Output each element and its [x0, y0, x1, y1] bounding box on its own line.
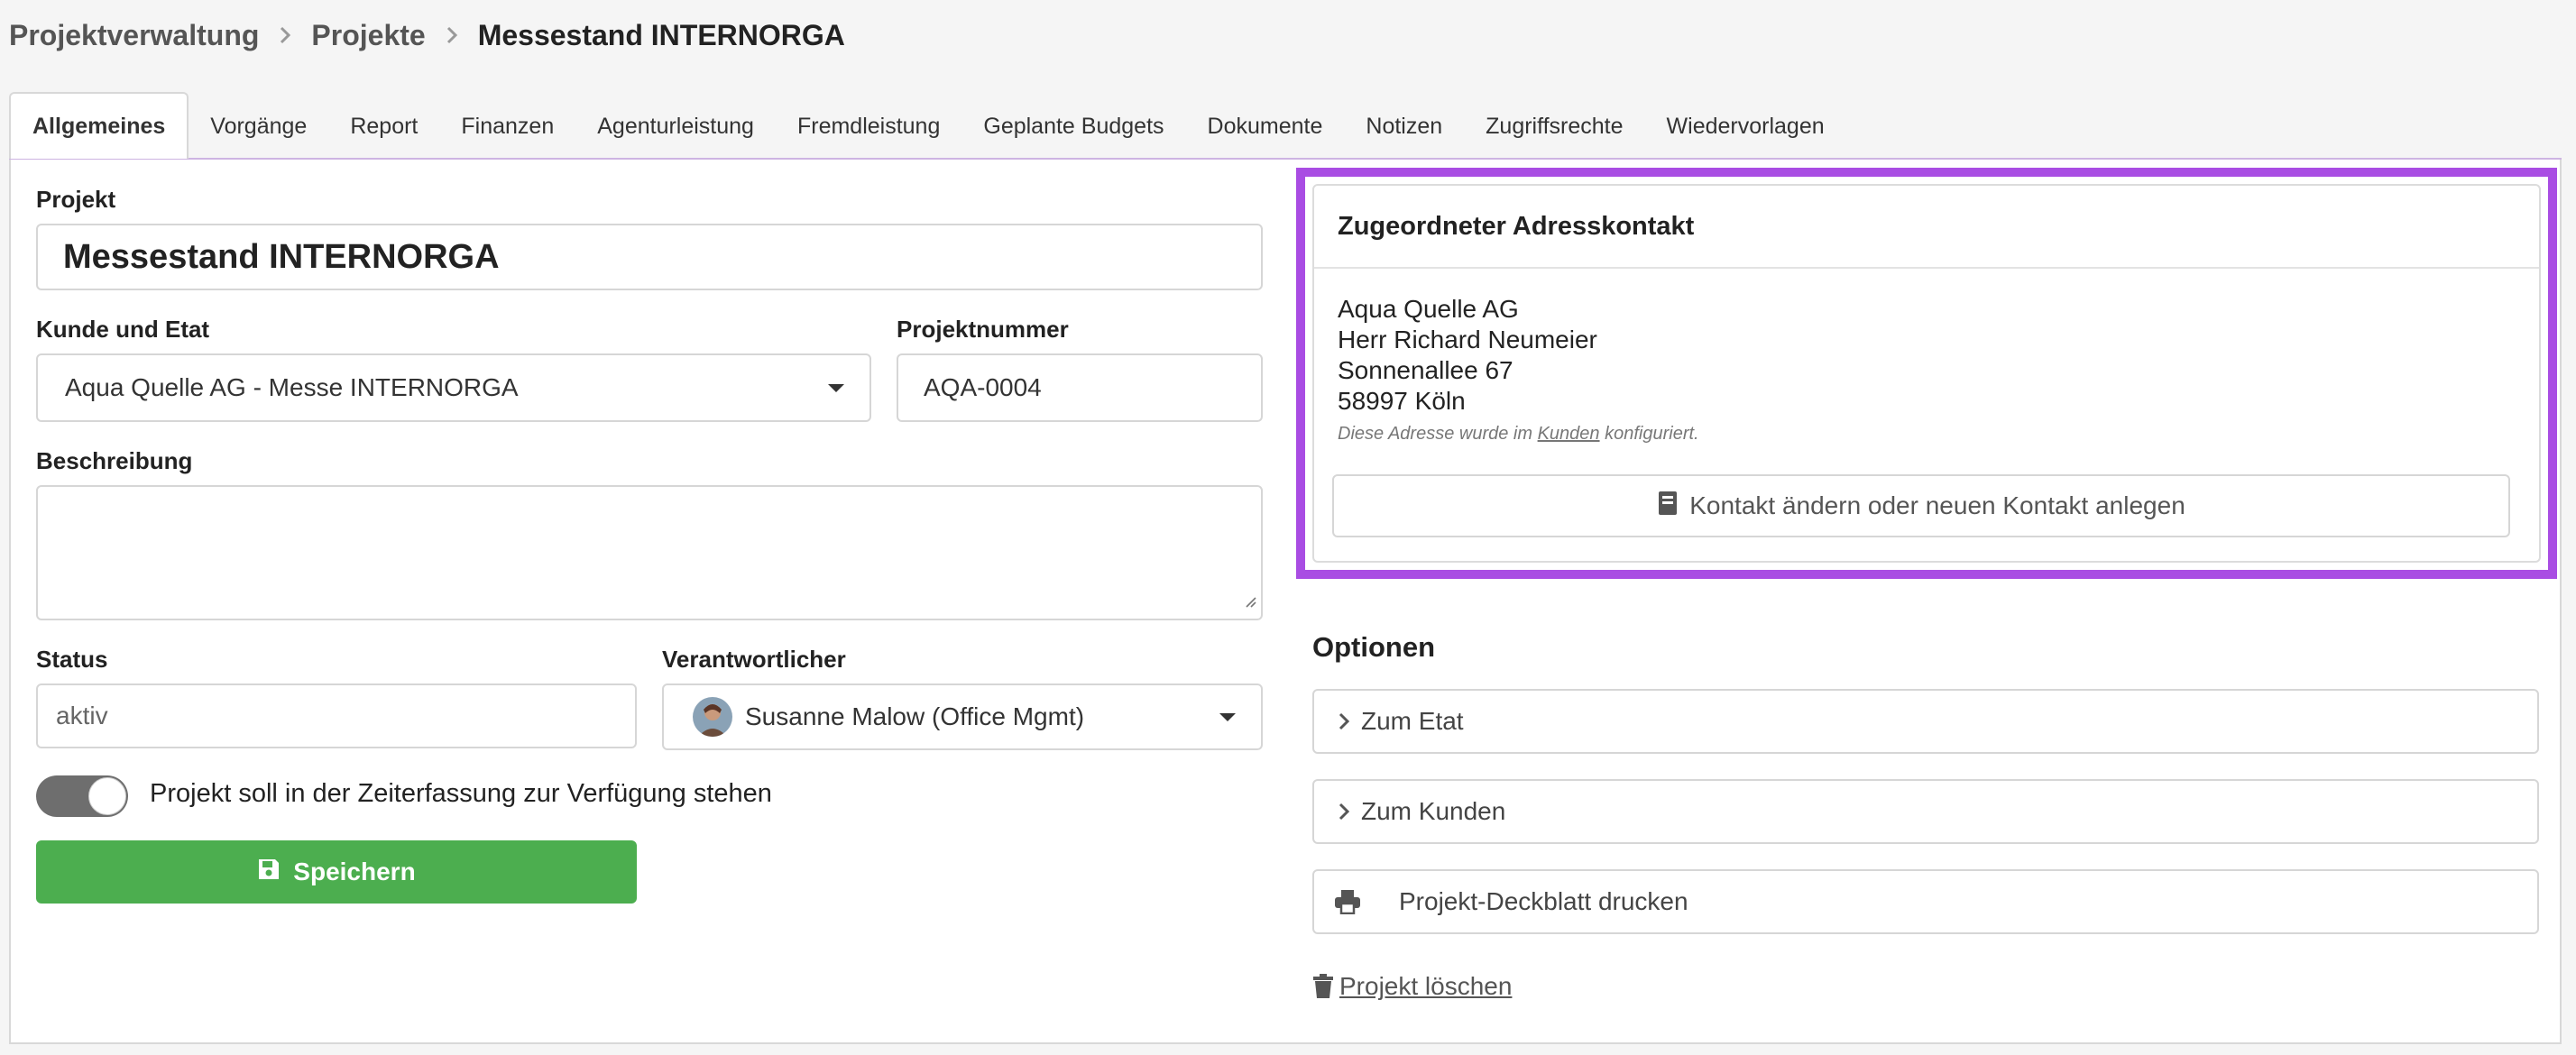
status-label: Status [36, 646, 108, 673]
tab-finanzen[interactable]: Finanzen [439, 94, 575, 159]
project-label: Projekt [36, 186, 116, 213]
breadcrumb: Projektverwaltung Projekte Messestand IN… [9, 13, 845, 58]
tab-zugriffsrechte[interactable]: Zugriffsrechte [1464, 94, 1644, 159]
contact-note: Diese Adresse wurde im Kunden konfigurie… [1338, 424, 1699, 445]
caret-down-icon [1219, 713, 1236, 721]
change-contact-label: Kontakt ändern oder neuen Kontakt anlege… [1689, 491, 2185, 519]
options-title: Optionen [1312, 631, 1436, 663]
save-button-label: Speichern [293, 858, 416, 885]
breadcrumb-item-projekte[interactable]: Projekte [311, 19, 425, 52]
contact-street: Sonnenallee 67 [1338, 356, 1513, 384]
tab-vorgaenge[interactable]: Vorgänge [189, 94, 328, 159]
printer-icon [1334, 889, 1361, 914]
avatar [693, 697, 732, 737]
project-name-input[interactable]: Messestand INTERNORGA [36, 224, 1263, 290]
timetracking-label: Projekt soll in der Zeiterfassung zur Ve… [150, 779, 772, 808]
project-number-input[interactable]: AQA-0004 [897, 353, 1263, 422]
contact-card-title: Zugeordneter Adresskontakt [1314, 186, 2539, 269]
print-cover-label: Projekt-Deckblatt drucken [1399, 887, 1688, 915]
contact-note-prefix: Diese Adresse wurde im [1338, 424, 1533, 444]
contact-person: Herr Richard Neumeier [1338, 326, 1597, 353]
tab-divider [9, 158, 2562, 160]
chevron-right-icon [279, 25, 291, 45]
tab-fremdleistung[interactable]: Fremdleistung [776, 94, 961, 159]
to-customer-label: Zum Kunden [1361, 797, 1506, 825]
tab-dokumente[interactable]: Dokumente [1186, 94, 1345, 159]
status-input[interactable]: aktiv [36, 683, 637, 748]
print-cover-button[interactable]: Projekt-Deckblatt drucken [1312, 869, 2539, 934]
responsible-label: Verantwortlicher [662, 646, 846, 673]
chevron-right-icon [1338, 802, 1350, 821]
tab-bar: Allgemeines Vorgänge Report Finanzen Age… [9, 92, 1846, 159]
breadcrumb-item-projektverwaltung[interactable]: Projektverwaltung [9, 19, 259, 52]
contact-note-link[interactable]: Kunden [1538, 424, 1600, 444]
contact-city: 58997 Köln [1338, 387, 1466, 415]
address-book-icon [1657, 491, 1679, 522]
save-button[interactable]: Speichern [36, 840, 637, 904]
contact-address: Aqua Quelle AG Herr Richard Neumeier Son… [1338, 294, 1597, 417]
customer-value: Aqua Quelle AG - Messe INTERNORGA [65, 373, 519, 401]
responsible-value: Susanne Malow (Office Mgmt) [745, 702, 1085, 730]
toggle-knob [88, 777, 126, 815]
to-budget-label: Zum Etat [1361, 707, 1464, 735]
tab-allgemeines[interactable]: Allgemeines [9, 92, 189, 159]
status-value: aktiv [56, 702, 108, 729]
responsible-select[interactable]: Susanne Malow (Office Mgmt) [662, 683, 1263, 750]
chevron-right-icon [1338, 711, 1350, 731]
change-contact-button[interactable]: Kontakt ändern oder neuen Kontakt anlege… [1332, 474, 2510, 537]
trash-icon [1312, 974, 1334, 999]
tab-report[interactable]: Report [328, 94, 439, 159]
project-number-label: Projektnummer [897, 316, 1069, 343]
caret-down-icon [828, 384, 844, 392]
description-label: Beschreibung [36, 447, 193, 474]
customer-label: Kunde und Etat [36, 316, 210, 343]
delete-project-link[interactable]: Projekt löschen [1312, 972, 1512, 1001]
floppy-disk-icon [257, 858, 281, 887]
tab-geplante-budgets[interactable]: Geplante Budgets [961, 94, 1185, 159]
contact-company: Aqua Quelle AG [1338, 295, 1519, 323]
timetracking-toggle[interactable] [36, 775, 128, 817]
project-number-value: AQA-0004 [924, 373, 1042, 401]
tab-wiedervorlagen[interactable]: Wiedervorlagen [1645, 94, 1846, 159]
tab-agenturleistung[interactable]: Agenturleistung [575, 94, 776, 159]
breadcrumb-current: Messestand INTERNORGA [477, 18, 845, 51]
chevron-right-icon [446, 25, 458, 45]
delete-project-label: Projekt löschen [1339, 972, 1513, 1000]
to-customer-button[interactable]: Zum Kunden [1312, 779, 2539, 844]
description-textarea[interactable] [36, 485, 1263, 620]
resize-grip-icon[interactable] [1243, 586, 1257, 615]
customer-select[interactable]: Aqua Quelle AG - Messe INTERNORGA [36, 353, 871, 422]
contact-note-suffix: konfiguriert. [1605, 424, 1699, 444]
project-name-value: Messestand INTERNORGA [63, 237, 500, 276]
tab-notizen[interactable]: Notizen [1344, 94, 1464, 159]
contact-card: Zugeordneter Adresskontakt Aqua Quelle A… [1312, 184, 2541, 563]
to-budget-button[interactable]: Zum Etat [1312, 689, 2539, 754]
